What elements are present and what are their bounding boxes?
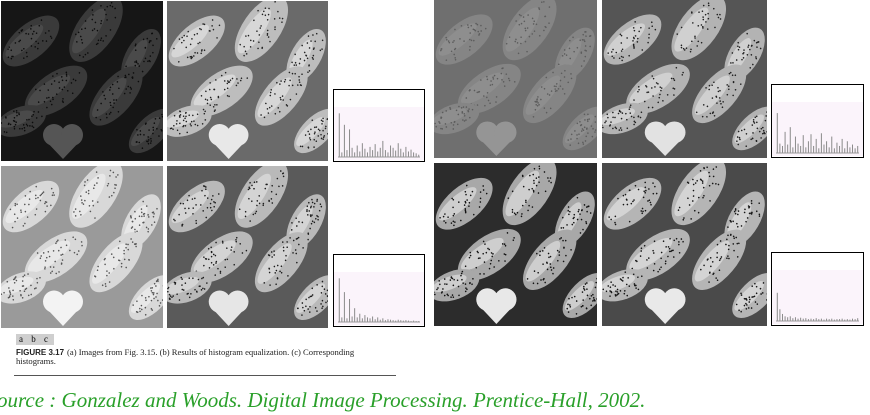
histogram-bright-equalized [333, 254, 425, 327]
bright-original-picture [1, 166, 163, 328]
dark-original-picture [1, 1, 163, 161]
image-highcontrast-original [434, 163, 597, 326]
histogram-highcontrast-equalized [771, 252, 864, 326]
highcontrast-original-picture [434, 163, 597, 326]
histogram-dark-equalized-plot [334, 107, 424, 160]
dark-equalized-picture [167, 1, 328, 161]
image-dark-original [1, 1, 163, 161]
lowcontrast-equalized-picture [602, 0, 767, 158]
histogram-lowcontrast-equalized [771, 84, 864, 158]
lowcontrast-original-picture [434, 0, 597, 158]
histogram-highcontrast-equalized-plot [772, 270, 863, 324]
caption-text: (a) Images from Fig. 3.15. (b) Results o… [16, 347, 355, 366]
source-citation: ource : Gonzalez and Woods. Digital Imag… [0, 388, 646, 412]
figure-caption: FIGURE 3.17 (a) Images from Fig. 3.15. (b… [16, 348, 396, 366]
image-bright-original [1, 166, 163, 328]
image-bright-equalized [167, 166, 328, 328]
bright-equalized-picture [167, 166, 328, 328]
highcontrast-equalized-picture [602, 163, 767, 326]
histogram-dark-equalized [333, 89, 425, 162]
histogram-bright-equalized-plot [334, 272, 424, 325]
image-highcontrast-equalized [602, 163, 767, 326]
panel-letters: a b c [16, 334, 54, 345]
histogram-lowcontrast-equalized-plot [772, 102, 863, 156]
caption-rule [14, 375, 396, 376]
image-lowcontrast-original [434, 0, 597, 158]
image-lowcontrast-equalized [602, 0, 767, 158]
image-dark-equalized [167, 1, 328, 161]
